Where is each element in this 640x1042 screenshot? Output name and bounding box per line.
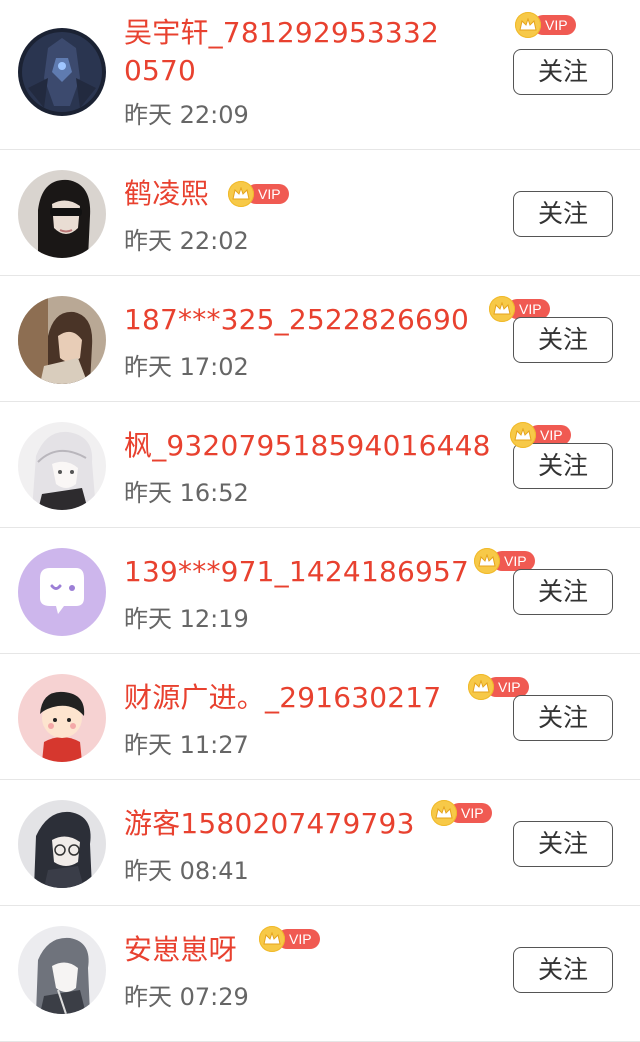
follow-button[interactable]: 关注	[513, 695, 613, 741]
crown-icon	[431, 800, 457, 826]
crown-icon	[228, 181, 254, 207]
username[interactable]: 安崽崽呀	[124, 932, 237, 968]
avatar[interactable]	[18, 800, 106, 888]
username[interactable]: 鹤凌熙	[124, 176, 209, 212]
timestamp: 昨天 22:02	[124, 227, 249, 255]
username[interactable]: 139***971_1424186957	[124, 554, 469, 590]
avatar[interactable]	[18, 926, 106, 1014]
vip-badge: VIP	[228, 181, 289, 207]
timestamp: 昨天 22:09	[124, 101, 249, 129]
avatar[interactable]	[18, 548, 106, 636]
vip-badge: VIP	[515, 12, 576, 38]
follow-button[interactable]: 关注	[513, 317, 613, 363]
username[interactable]: 枫_932079518594016448	[124, 428, 491, 464]
timestamp: 昨天 07:29	[124, 983, 249, 1011]
follow-button[interactable]: 关注	[513, 821, 613, 867]
list-item[interactable]: 139***971_1424186957 VIP 昨天 12:19 关注	[0, 528, 640, 654]
timestamp: 昨天 11:27	[124, 731, 249, 759]
follow-button[interactable]: 关注	[513, 569, 613, 615]
username[interactable]: 187***325_2522826690	[124, 302, 469, 338]
follow-button[interactable]: 关注	[513, 947, 613, 993]
list-item[interactable]: 鹤凌熙 VIP 昨天 22:02 关注	[0, 150, 640, 276]
follow-button[interactable]: 关注	[513, 49, 613, 95]
crown-icon	[259, 926, 285, 952]
vip-badge: VIP	[431, 800, 492, 826]
follow-button[interactable]: 关注	[513, 191, 613, 237]
avatar[interactable]	[18, 674, 106, 762]
crown-icon	[468, 674, 494, 700]
list-item[interactable]: 吴宇轩_7812929533320570 昨天 22:09 VIP 关注	[0, 0, 640, 150]
username[interactable]: 吴宇轩_7812929533320570	[124, 14, 454, 90]
crown-icon	[515, 12, 541, 38]
follow-button[interactable]: 关注	[513, 443, 613, 489]
username[interactable]: 财源广进。_291630217	[124, 680, 441, 716]
vip-badge: VIP	[259, 926, 320, 952]
list-item[interactable]: 游客1580207479793 VIP 昨天 08:41 关注	[0, 780, 640, 906]
avatar[interactable]	[18, 296, 106, 384]
username[interactable]: 游客1580207479793	[124, 806, 415, 842]
crown-icon	[474, 548, 500, 574]
list-item[interactable]: 财源广进。_291630217 VIP 昨天 11:27 关注	[0, 654, 640, 780]
crown-icon	[510, 422, 536, 448]
timestamp: 昨天 08:41	[124, 857, 249, 885]
avatar[interactable]	[18, 170, 106, 258]
avatar[interactable]	[18, 28, 106, 116]
timestamp: 昨天 12:19	[124, 605, 249, 633]
crown-icon	[489, 296, 515, 322]
list-item[interactable]: 安崽崽呀 VIP 昨天 07:29 关注	[0, 906, 640, 1042]
avatar[interactable]	[18, 422, 106, 510]
user-list: 吴宇轩_7812929533320570 昨天 22:09 VIP 关注 鹤凌熙…	[0, 0, 640, 1042]
timestamp: 昨天 16:52	[124, 479, 249, 507]
list-item[interactable]: 187***325_2522826690 VIP 昨天 17:02 关注	[0, 276, 640, 402]
list-item[interactable]: 枫_932079518594016448 VIP 昨天 16:52 关注	[0, 402, 640, 528]
timestamp: 昨天 17:02	[124, 353, 249, 381]
